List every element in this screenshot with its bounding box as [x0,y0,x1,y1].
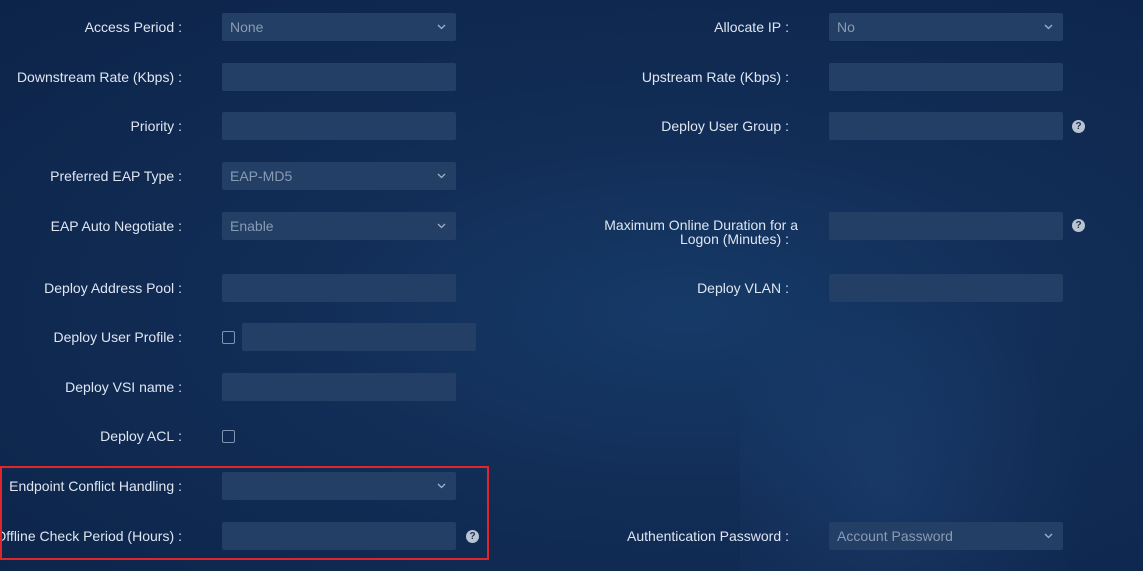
deploy-vsi-name-label: Deploy VSI name: [65,379,182,395]
allocate-ip-select[interactable]: No [829,13,1063,41]
deploy-vsi-name-input[interactable] [222,373,456,401]
upstream-rate-input[interactable] [829,63,1063,91]
upstream-rate-label: Upstream Rate (Kbps): [641,69,789,85]
preferred-eap-label: Preferred EAP Type: [50,168,182,184]
eap-auto-negotiate-select[interactable]: Enable [222,212,456,240]
deploy-vlan-input[interactable] [829,274,1063,302]
deploy-user-group-label: Deploy User Group: [661,118,789,134]
max-online-duration-label-line1: Maximum Online Duration for a [604,217,798,233]
deploy-acl-label: Deploy ACL: [100,428,182,444]
deploy-acl-checkbox[interactable] [222,430,235,443]
deploy-vlan-label: Deploy VLAN: [697,280,789,296]
preferred-eap-select[interactable]: EAP-MD5 [222,162,456,190]
access-period-label: Access Period: [84,19,182,35]
chevron-down-icon [1044,13,1053,41]
chevron-down-icon [437,212,446,240]
deploy-user-profile-checkbox[interactable] [222,331,235,344]
authentication-password-select[interactable]: Account Password [829,522,1063,550]
highlight-box [0,466,489,560]
max-online-duration-input[interactable] [829,212,1063,240]
priority-input[interactable] [222,112,456,140]
deploy-address-pool-input[interactable] [222,274,456,302]
deploy-user-profile-input[interactable] [242,323,476,351]
help-icon[interactable]: ? [1072,219,1085,232]
eap-auto-negotiate-label: EAP Auto Negotiate: [50,218,182,234]
chevron-down-icon [1044,522,1053,550]
priority-label: Priority: [130,118,182,134]
help-icon[interactable]: ? [1072,120,1085,133]
deploy-address-pool-label: Deploy Address Pool: [44,280,182,296]
max-online-duration-label-line2: Logon (Minutes): [679,231,789,247]
downstream-rate-input[interactable] [222,63,456,91]
access-period-select[interactable]: None [222,13,456,41]
allocate-ip-label: Allocate IP: [714,19,789,35]
authentication-password-label: Authentication Password: [627,528,789,544]
chevron-down-icon [437,162,446,190]
deploy-user-group-input[interactable] [829,112,1063,140]
downstream-rate-label: Downstream Rate (Kbps): [16,69,182,85]
chevron-down-icon [437,13,446,41]
deploy-user-profile-label: Deploy User Profile: [53,329,183,345]
